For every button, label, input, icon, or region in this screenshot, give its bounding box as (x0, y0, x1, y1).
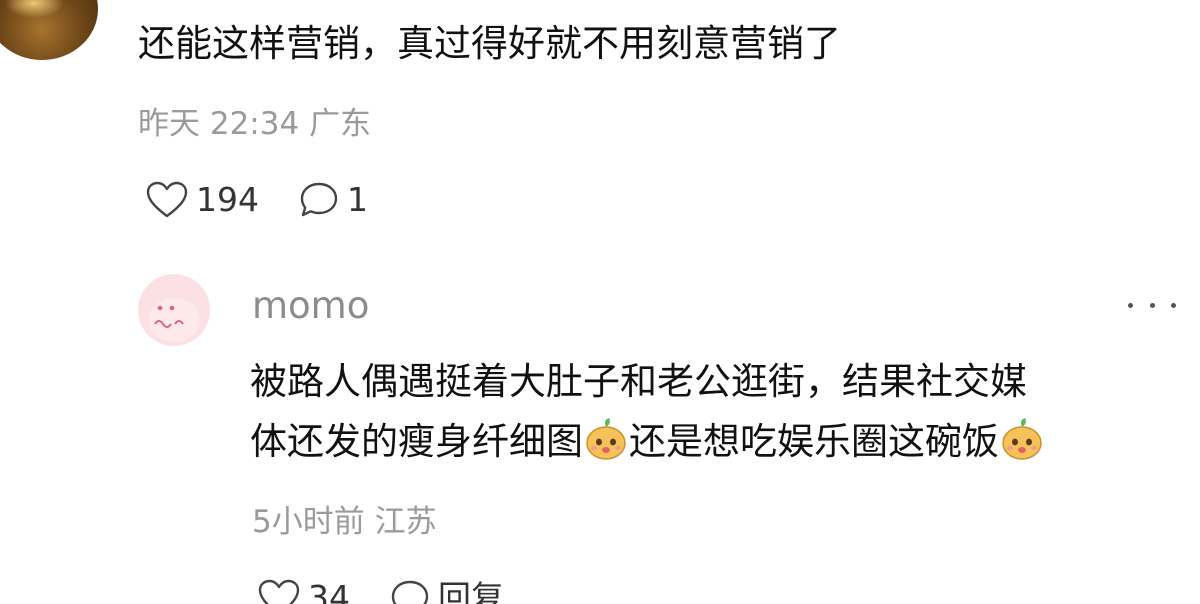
reply-text-line1: 被路人偶遇挺着大肚子和老公逛街，结果社交媒 (250, 360, 1027, 403)
comment-thread: 还能这样营销，真过得好就不用刻意营销了 昨天 22:34 广东 194 1 mo… (0, 0, 1200, 604)
comment-icon (391, 580, 429, 604)
like-count: 194 (196, 180, 259, 219)
comment-location: 广东 (309, 106, 372, 142)
pig-face-icon (148, 298, 200, 342)
reply-button[interactable]: 1 (299, 178, 368, 222)
reply-location: 江苏 (374, 504, 437, 540)
reply-like-button[interactable]: 34 (258, 576, 350, 604)
reply-text-segment: 还是想吃娱乐圈这碗饭 (629, 420, 999, 463)
reply-avatar[interactable] (138, 274, 210, 346)
comment-icon (300, 182, 338, 217)
avatar-decoration (4, 0, 64, 18)
heart-icon (258, 579, 300, 604)
comment-meta: 昨天 22:34 广东 (138, 104, 371, 144)
avatar[interactable] (0, 0, 98, 60)
comment-actions: 194 1 (146, 178, 368, 222)
like-button[interactable]: 194 (146, 178, 259, 222)
reply-count: 1 (347, 180, 368, 219)
comment-time: 昨天 22:34 (138, 106, 300, 142)
reply-text-line2: 体还发的瘦身纤细图 还是想吃娱乐圈这碗饭 (250, 412, 1045, 472)
reply-meta: 5小时前 江苏 (252, 502, 437, 542)
emoji-icon (1002, 418, 1042, 460)
reply-actions: 34 回复 (258, 576, 504, 604)
comment-text: 还能这样营销，真过得好就不用刻意营销了 (138, 22, 841, 65)
reply-username[interactable]: momo (252, 280, 369, 332)
reply-like-count: 34 (308, 578, 350, 604)
reply-time: 5小时前 (252, 504, 365, 540)
reply-text: 被路人偶遇挺着大肚子和老公逛街，结果社交媒 体还发的瘦身纤细图 还是想吃娱乐圈这… (250, 352, 1045, 472)
emoji-icon (586, 418, 626, 460)
heart-icon (146, 181, 188, 218)
reply-text-segment: 体还发的瘦身纤细图 (250, 420, 583, 463)
reply-label: 回复 (438, 578, 504, 604)
reply-reply-button[interactable]: 回复 (390, 576, 504, 604)
more-options-icon[interactable] (1128, 290, 1176, 320)
